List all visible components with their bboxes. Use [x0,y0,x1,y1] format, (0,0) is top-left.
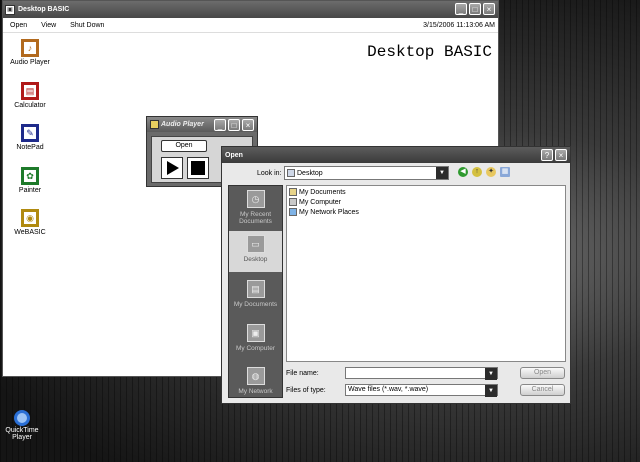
place-desktop[interactable]: ▭ Desktop [229,231,282,272]
place-my-network[interactable]: ◍ My Network [229,363,282,397]
place-label: My Documents [233,301,278,308]
painter-icon: ✿ [21,167,39,185]
audio-player-title: Audio Player [161,121,204,128]
network-icon [289,208,297,216]
place-my-documents[interactable]: ▤ My Documents [229,276,282,316]
chevron-down-icon[interactable]: ▼ [485,368,497,380]
launcher-notepad[interactable]: ✎ NotePad [5,124,55,151]
main-titlebar[interactable]: ▣ Desktop BASIC _ □ × [3,1,498,18]
cancel-button[interactable]: Cancel [520,384,565,396]
list-item[interactable]: My Documents [289,188,346,196]
datetime-display: 3/15/2006 11:13:06 AM [423,21,495,29]
close-button[interactable]: × [483,3,495,15]
app-header: Desktop BASIC [367,43,492,61]
look-in-select[interactable]: Desktop ▼ [284,166,449,180]
back-icon[interactable]: ◀ [458,167,468,177]
list-item[interactable]: My Computer [289,198,341,206]
app-icon: ▣ [5,4,15,15]
audio-open-button[interactable]: Open [161,140,207,152]
launcher-label: Painter [18,187,42,194]
chevron-down-icon: ▼ [436,167,448,179]
my-network-icon: ◍ [246,367,265,385]
open-dialog-title: Open [225,151,243,159]
maximize-button[interactable]: □ [469,3,481,15]
menu-shut-down[interactable]: Shut Down [63,22,111,29]
launcher-label: WeBASIC [14,229,46,236]
file-list[interactable]: My Documents My Computer My Network Plac… [286,185,566,362]
desktop-place-icon: ▭ [246,235,265,253]
launcher-audio-player[interactable]: ♪ Audio Player [5,39,55,66]
look-in-label: Look in: [257,170,282,177]
help-button[interactable]: ? [541,149,553,161]
place-my-recent-documents[interactable]: ◷ My Recent Documents [229,186,282,229]
audio-player-titlebar[interactable]: Audio Player _ □ × [147,117,257,132]
files-of-type-value: Wave files (*.wav, *.wave) [348,386,429,393]
list-item-label: My Computer [299,198,342,206]
stop-button[interactable] [187,157,209,179]
place-label: My Recent Documents [239,211,272,225]
chevron-down-icon[interactable]: ▼ [485,385,497,397]
folder-icon [289,188,297,196]
play-button[interactable] [161,157,183,179]
launcher-calculator[interactable]: ▤ Calculator [5,82,55,109]
launcher-label: Calculator [14,102,46,109]
file-name-input[interactable]: ▼ [345,367,498,380]
place-label: My Network [238,388,273,395]
menubar: Open View Shut Down 3/15/2006 11:13:06 A… [3,18,498,33]
quicktime-shortcut[interactable]: QuickTime Player [4,410,40,441]
launcher-label: Audio Player [10,59,50,66]
launcher-label: NotePad [16,144,44,151]
file-name-label: File name: [286,370,319,377]
calculator-icon: ▤ [21,82,39,100]
launcher-webasic[interactable]: ◉ WeBASIC [5,209,55,236]
list-item-label: My Network Places [299,208,359,216]
computer-icon [289,198,297,206]
views-menu-icon[interactable]: ▦ [500,167,510,177]
menu-view[interactable]: View [34,22,63,29]
new-folder-icon[interactable]: ✦ [486,167,496,177]
files-of-type-select[interactable]: Wave files (*.wav, *.wave) ▼ [345,384,498,397]
files-of-type-label: Files of type: [286,387,326,394]
main-window-title: Desktop BASIC [18,6,70,13]
open-button[interactable]: Open [520,367,565,379]
menu-open[interactable]: Open [3,22,34,29]
place-label: Desktop [243,256,268,263]
open-dialog-titlebar[interactable]: Open ? × [222,147,570,163]
look-in-value: Desktop [297,169,323,177]
place-my-computer[interactable]: ▣ My Computer [229,320,282,360]
audio-player-icon: ♪ [21,39,39,57]
place-label: My Computer [235,345,275,352]
quicktime-icon [14,410,30,426]
my-computer-icon: ▣ [246,324,265,342]
recent-documents-icon: ◷ [246,190,265,208]
list-item[interactable]: My Network Places [289,208,359,216]
list-item-label: My Documents [299,188,346,196]
my-documents-icon: ▤ [246,280,265,298]
close-button[interactable]: × [242,119,254,131]
desktop-icon [287,169,295,177]
audio-player-title-icon [150,120,159,129]
maximize-button[interactable]: □ [228,119,240,131]
up-folder-icon[interactable]: ↑ [472,167,482,177]
quicktime-label: QuickTime Player [5,427,39,441]
open-dialog: Open ? × Look in: Desktop ▼ ◀ ↑ ✦ ▦ ◷ My… [221,146,571,404]
minimize-button[interactable]: _ [214,119,226,131]
close-button[interactable]: × [555,149,567,161]
minimize-button[interactable]: _ [455,3,467,15]
places-bar: ◷ My Recent Documents ▭ Desktop ▤ My Doc… [228,185,283,398]
launcher-painter[interactable]: ✿ Painter [5,167,55,194]
notepad-icon: ✎ [21,124,39,142]
webasic-icon: ◉ [21,209,39,227]
